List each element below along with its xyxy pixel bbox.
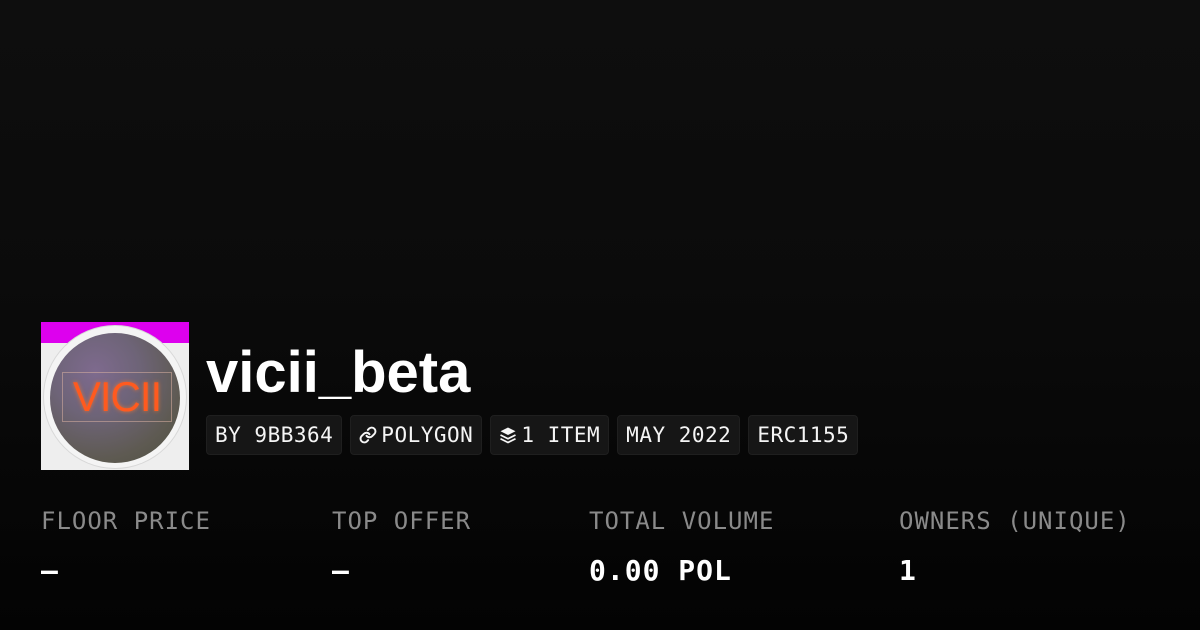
chain-tag[interactable]: POLYGON — [350, 415, 483, 455]
collection-avatar: VICII — [41, 322, 189, 470]
stat-floor-price: FLOOR PRICE – — [41, 506, 211, 586]
collection-tags: BY 9BB364 POLYGON 1 ITEM MAY 2022 ERC115… — [206, 415, 859, 455]
creator-tag-label: BY 9BB364 — [215, 423, 334, 447]
standard-tag: ERC1155 — [748, 415, 859, 455]
stat-owners: OWNERS (UNIQUE) 1 — [899, 506, 1131, 586]
stat-top-offer: TOP OFFER – — [332, 506, 471, 586]
stat-value: 0.00 POL — [589, 554, 732, 587]
collection-title: vicii_beta — [206, 340, 471, 405]
chain-link-icon — [359, 426, 377, 444]
stat-label: OWNERS (UNIQUE) — [899, 507, 1131, 535]
stat-value: 1 — [899, 554, 917, 587]
stat-label: TOTAL VOLUME — [589, 507, 775, 535]
stat-value: – — [41, 554, 59, 587]
standard-tag-label: ERC1155 — [757, 423, 850, 447]
date-tag-label: MAY 2022 — [626, 423, 732, 447]
date-tag: MAY 2022 — [617, 415, 741, 455]
creator-tag[interactable]: BY 9BB364 — [206, 415, 343, 455]
items-tag[interactable]: 1 ITEM — [490, 415, 610, 455]
stat-label: FLOOR PRICE — [41, 507, 211, 535]
stat-label: TOP OFFER — [332, 507, 472, 535]
layers-icon — [499, 426, 517, 444]
avatar-frame: VICII — [44, 326, 186, 468]
chain-tag-label: POLYGON — [381, 423, 474, 447]
stat-total-volume: TOTAL VOLUME 0.00 POL — [589, 506, 774, 586]
items-tag-label: 1 ITEM — [521, 423, 601, 447]
avatar-artwork: VICII — [50, 333, 180, 463]
avatar-neon-sign: VICII — [62, 372, 172, 422]
stat-value: – — [332, 554, 350, 587]
